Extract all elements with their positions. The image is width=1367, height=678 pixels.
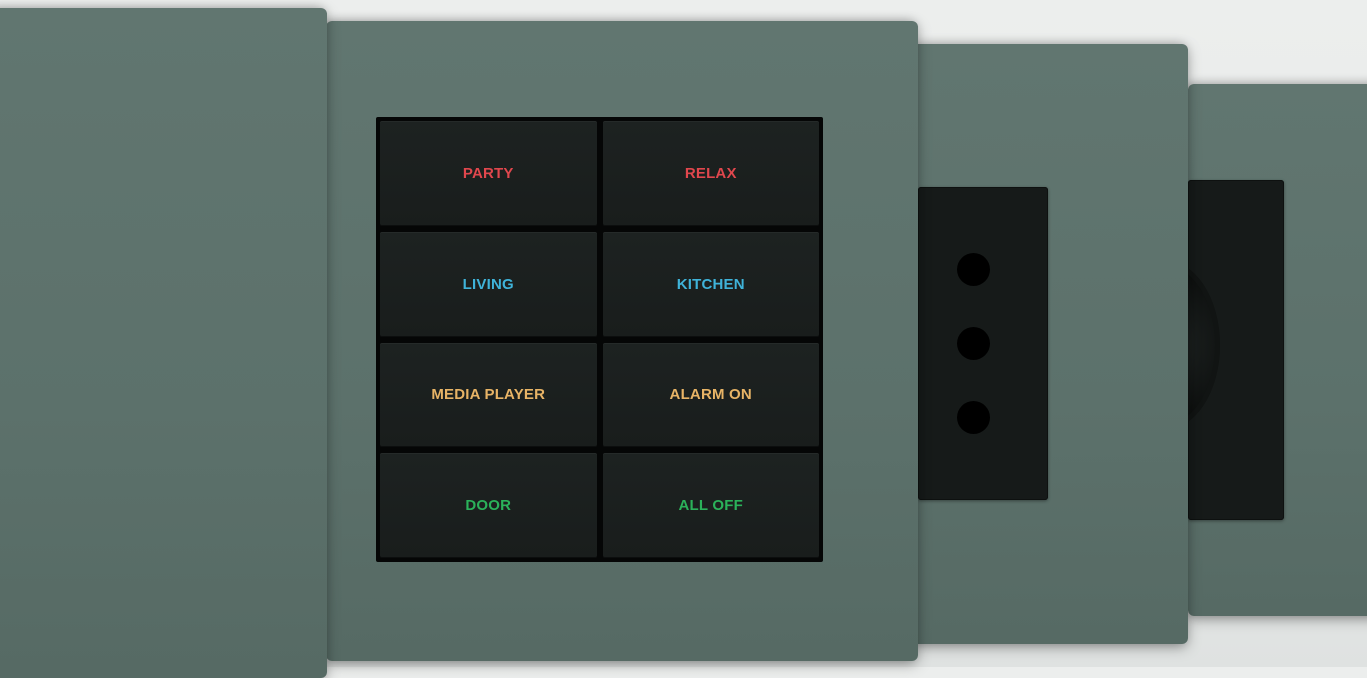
round-socket-insert	[1188, 180, 1284, 520]
media-player-button[interactable]: MEDIA PLAYER	[380, 342, 597, 448]
blank-wall-plate	[0, 8, 327, 678]
three-pin-socket	[918, 187, 1048, 500]
socket-hole-middle	[957, 327, 990, 360]
kitchen-button[interactable]: KITCHEN	[602, 231, 819, 337]
all-off-button[interactable]: ALL OFF	[602, 453, 819, 558]
keypad-wall-plate: PARTY RELAX LIVING KITCHEN MEDIA PLAYER …	[326, 21, 918, 661]
door-button[interactable]: DOOR	[380, 453, 597, 558]
party-button[interactable]: PARTY	[380, 121, 597, 226]
scene-keypad: PARTY RELAX LIVING KITCHEN MEDIA PLAYER …	[376, 117, 823, 562]
relax-button[interactable]: RELAX	[602, 121, 819, 226]
round-socket-recess	[1188, 260, 1220, 430]
socket-wall-plate	[912, 44, 1188, 644]
socket-hole-bottom	[957, 401, 990, 434]
alarm-on-button[interactable]: ALARM ON	[602, 342, 819, 448]
living-button[interactable]: LIVING	[380, 231, 597, 337]
far-right-wall-plate	[1188, 84, 1367, 616]
socket-hole-top	[957, 253, 990, 286]
